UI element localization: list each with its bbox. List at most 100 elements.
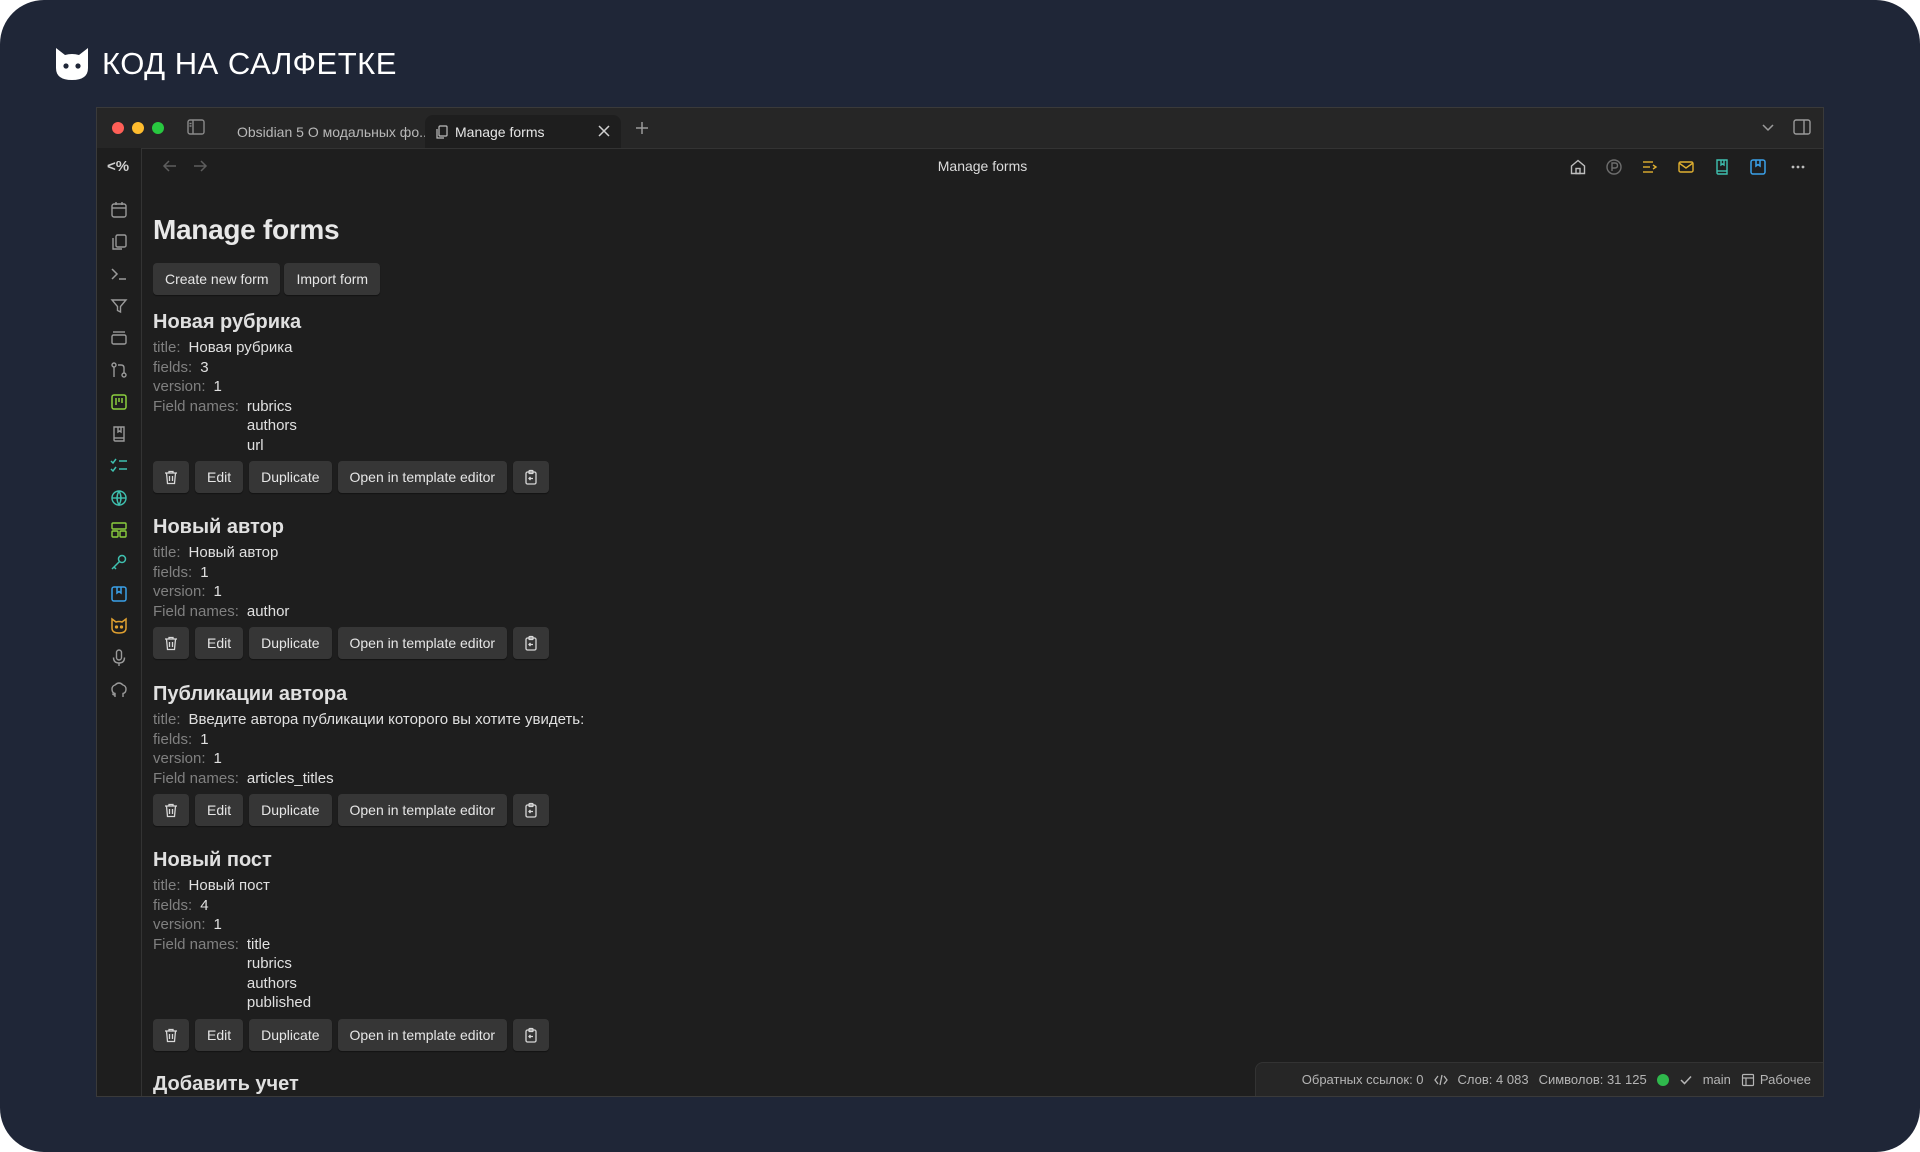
chevron-down-icon[interactable] [1761,122,1775,134]
field-name: rubrics [246,955,292,972]
delete-form-button[interactable] [153,1018,189,1051]
edit-form-button[interactable]: Edit [195,1018,244,1051]
minimize-window-button[interactable] [132,122,144,134]
copy-to-clipboard-button[interactable] [513,627,550,659]
obsidian-window: Obsidian 5 О модальных фо... Manage form… [96,107,1824,1097]
copy-icon [436,124,448,139]
terminal-icon[interactable] [109,264,129,284]
field-names-list: articles_titles [247,769,334,789]
workspace-selector[interactable]: Рабочее [1741,1072,1811,1087]
toolbar: Create new form Import form [153,263,381,295]
key-icon[interactable] [109,552,129,572]
meta-key: fields: [153,730,193,748]
content: Manage forms Create new form Import form… [153,184,1823,1096]
form-actions: Edit Duplicate Open in template editor [153,627,550,659]
delete-form-button[interactable] [153,461,189,493]
layout-icon[interactable] [109,520,129,540]
edit-form-button[interactable]: Edit [195,461,244,493]
duplicate-form-button[interactable]: Duplicate [249,794,332,826]
form-actions: Edit Duplicate Open in template editor [153,461,550,493]
code-icon[interactable] [1433,1073,1448,1087]
kanban-icon[interactable] [109,392,129,412]
more-options-icon[interactable] [1789,158,1807,176]
meta-key: title: [153,877,181,894]
meta-key: Field names: [153,602,239,620]
duplicate-form-button[interactable]: Duplicate [249,1018,332,1051]
microphone-icon[interactable] [109,648,129,668]
publish-icon[interactable] [1605,158,1623,176]
globe-icon[interactable] [109,488,129,508]
meta-key: version: [153,750,206,767]
meta-key: title: [153,711,181,728]
copy-icon[interactable] [109,232,129,252]
open-template-editor-button[interactable]: Open in template editor [337,1018,508,1051]
left-sidebar-toggle-icon[interactable] [187,119,205,135]
backlinks-count[interactable]: Обратных ссылок: 0 [1302,1072,1424,1087]
duplicate-form-button[interactable]: Duplicate [249,461,332,493]
page-title: Manage forms [153,214,340,245]
maximize-window-button[interactable] [152,122,164,134]
sync-status-indicator[interactable] [1656,1073,1669,1086]
meta-key: version: [153,916,206,933]
status-bar: Обратных ссылок: 0 Слов: 4 083 Символов:… [1255,1062,1823,1096]
git-compare-icon[interactable] [109,360,129,380]
form-actions: Edit Duplicate Open in template editor [153,1018,550,1051]
form-title-value: Новая рубрика [188,339,293,356]
create-new-form-button[interactable]: Create new form [153,263,281,295]
home-icon[interactable] [1569,158,1587,176]
templater-icon[interactable]: <% [107,158,129,175]
right-sidebar-toggle-icon[interactable] [1793,119,1811,135]
field-name: articles_titles [246,769,334,787]
form-name: Добавить учет [153,1073,299,1095]
form-actions: Edit Duplicate Open in template editor [153,794,584,826]
form-title-value: Введите автора публикации которого вы хо… [188,711,585,728]
form-card: Добавить учет [153,1070,299,1096]
field-names-list: rubrics authors url [247,397,297,456]
git-branch[interactable]: main [1703,1072,1731,1087]
field-name: authors [246,974,297,992]
slides-icon[interactable] [109,328,129,348]
calendar-icon[interactable] [109,200,129,220]
form-name: Новая рубрика [153,311,302,333]
bookmark-icon[interactable] [109,584,129,604]
duplicate-form-button[interactable]: Duplicate [249,627,332,659]
book-icon[interactable] [109,424,129,444]
book-icon[interactable] [1713,158,1731,176]
tab-manage-forms[interactable]: Manage forms [425,115,621,148]
copy-to-clipboard-button[interactable] [513,1018,550,1051]
field-name: url [246,436,264,454]
delete-form-button[interactable] [153,627,189,659]
cat-icon[interactable] [109,616,129,636]
mail-icon[interactable] [1677,158,1695,176]
form-card: Новый автор title: Новый автор fields: 1 v… [153,513,550,659]
meta-key: fields: [153,358,193,376]
close-window-button[interactable] [112,122,124,134]
meta-key: version: [153,583,206,600]
check-icon[interactable] [1679,1073,1693,1087]
delete-form-button[interactable] [153,794,189,826]
edit-form-button[interactable]: Edit [195,794,244,826]
close-icon[interactable] [597,124,611,138]
field-names-list: author [247,602,290,622]
workspace-label: Рабочее [1759,1072,1811,1087]
outline-icon[interactable] [1641,158,1659,176]
open-template-editor-button[interactable]: Open in template editor [337,627,508,659]
form-name: Публикации автора [153,683,348,705]
import-form-button[interactable]: Import form [284,263,381,295]
meta-key: fields: [153,896,193,914]
meta-key: Field names: [153,397,239,415]
copy-to-clipboard-button[interactable] [513,461,550,493]
trash-icon [165,636,177,651]
plus-icon[interactable] [634,120,650,136]
form-meta: title: Новая рубрика fields: 3 version: 1 F… [153,338,549,455]
edit-form-button[interactable]: Edit [195,627,244,659]
task-list-icon[interactable] [109,456,129,476]
layout-icon [1741,1073,1755,1086]
form-fields-value: 3 [200,358,209,376]
open-template-editor-button[interactable]: Open in template editor [337,794,508,826]
github-icon[interactable] [109,680,129,700]
open-template-editor-button[interactable]: Open in template editor [337,461,508,493]
filter-icon[interactable] [109,296,129,316]
copy-to-clipboard-button[interactable] [513,794,550,826]
bookmark-icon[interactable] [1749,158,1767,176]
